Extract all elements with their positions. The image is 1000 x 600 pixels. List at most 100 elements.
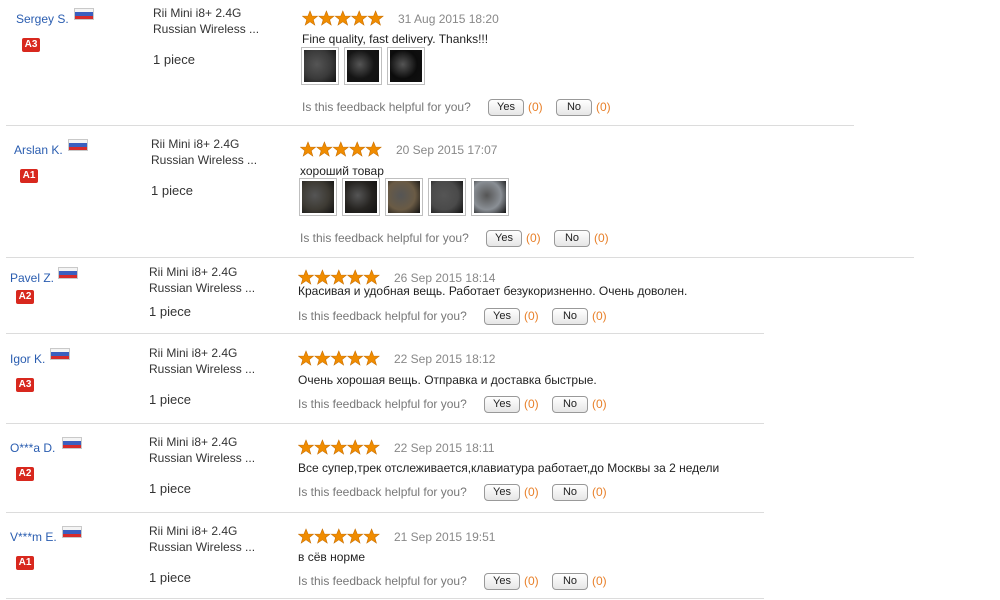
product-name: Rii Mini i8+ 2.4G Russian Wireless ... <box>149 346 256 376</box>
no-count: (0) <box>592 574 607 588</box>
star-icon <box>363 269 380 285</box>
no-count: (0) <box>592 485 607 499</box>
russia-flag-icon <box>62 526 82 538</box>
yes-button[interactable]: Yes <box>484 484 520 501</box>
no-count: (0) <box>592 397 607 411</box>
no-button[interactable]: No <box>552 484 588 501</box>
star-icon <box>302 10 319 26</box>
photo-thumbnail[interactable] <box>385 178 423 216</box>
quantity: 1 piece <box>151 183 193 198</box>
quantity: 1 piece <box>149 570 191 585</box>
no-count: (0) <box>594 231 609 245</box>
helpful-question: Is this feedback helpful for you? <box>298 397 467 411</box>
star-icon <box>363 439 380 455</box>
no-button[interactable]: No <box>552 308 588 325</box>
star-icon <box>332 141 350 157</box>
russia-flag-icon <box>62 437 82 449</box>
star-icon <box>330 269 348 285</box>
yes-button[interactable]: Yes <box>484 308 520 325</box>
russia-flag-icon <box>58 267 78 279</box>
feedback-text: в сёв норме <box>298 550 365 564</box>
yes-button[interactable]: Yes <box>486 230 522 247</box>
star-rating <box>298 528 380 544</box>
russia-flag-icon <box>74 8 94 20</box>
russia-flag-icon <box>50 348 70 360</box>
product-name: Rii Mini i8+ 2.4G Russian Wireless ... <box>153 6 260 36</box>
star-icon <box>300 141 317 157</box>
product-name: Rii Mini i8+ 2.4G Russian Wireless ... <box>149 435 256 465</box>
buyer-level-badge: A1 <box>16 556 34 570</box>
photo-thumbnail[interactable] <box>301 47 339 85</box>
star-rating <box>298 439 380 455</box>
yes-button[interactable]: Yes <box>484 396 520 413</box>
photo-thumbnail[interactable] <box>342 178 380 216</box>
star-icon <box>330 350 348 366</box>
star-rating <box>300 141 382 157</box>
product-name: Rii Mini i8+ 2.4G Russian Wireless ... <box>151 137 258 167</box>
photo-thumbnail[interactable] <box>387 47 425 85</box>
star-icon <box>298 350 315 366</box>
reviewer-name-link[interactable]: Sergey S. <box>16 12 69 26</box>
yes-count: (0) <box>524 309 539 323</box>
star-icon <box>346 439 364 455</box>
quantity: 1 piece <box>149 481 191 496</box>
no-button[interactable]: No <box>554 230 590 247</box>
review-divider <box>6 333 764 334</box>
review-date: 22 Sep 2015 18:12 <box>394 352 496 366</box>
product-name: Rii Mini i8+ 2.4G Russian Wireless ... <box>149 524 256 554</box>
feedback-text: Fine quality, fast delivery. Thanks!!! <box>302 32 489 46</box>
buyer-level-badge: A1 <box>20 169 38 183</box>
star-icon <box>318 10 335 26</box>
star-icon <box>314 269 331 285</box>
feedback-text: хороший товар <box>300 164 384 178</box>
star-icon <box>363 528 380 544</box>
no-button[interactable]: No <box>552 396 588 413</box>
feedback-text: Красивая и удобная вещь. Работает безуко… <box>298 284 688 298</box>
star-icon <box>346 528 364 544</box>
star-icon <box>330 528 348 544</box>
yes-button[interactable]: Yes <box>488 99 524 116</box>
review-divider <box>6 423 764 424</box>
star-icon <box>316 141 333 157</box>
photo-thumbnails <box>301 47 425 85</box>
star-icon <box>314 439 331 455</box>
quantity: 1 piece <box>149 304 191 319</box>
quantity: 1 piece <box>149 392 191 407</box>
star-rating <box>298 350 380 366</box>
yes-count: (0) <box>524 397 539 411</box>
review-date: 21 Sep 2015 19:51 <box>394 530 496 544</box>
star-icon <box>346 269 364 285</box>
review-divider <box>6 598 764 599</box>
star-icon <box>350 10 368 26</box>
photo-thumbnail[interactable] <box>344 47 382 85</box>
helpful-question: Is this feedback helpful for you? <box>300 231 469 245</box>
star-icon <box>314 528 331 544</box>
buyer-level-badge: A3 <box>16 378 34 392</box>
reviewer-name-link[interactable]: O***a D. <box>10 441 55 455</box>
reviewer-name-link[interactable]: V***m E. <box>10 530 57 544</box>
star-icon <box>334 10 352 26</box>
reviewer-name-link[interactable]: Igor K. <box>10 352 45 366</box>
reviewer-name-link[interactable]: Pavel Z. <box>10 271 54 285</box>
feedback-text: Очень хорошая вещь. Отправка и доставка … <box>298 373 597 387</box>
yes-button[interactable]: Yes <box>484 573 520 590</box>
russia-flag-icon <box>68 139 88 151</box>
quantity: 1 piece <box>153 52 195 67</box>
buyer-level-badge: A2 <box>16 290 34 304</box>
review-divider <box>6 125 854 126</box>
yes-count: (0) <box>526 231 541 245</box>
photo-thumbnail[interactable] <box>471 178 509 216</box>
review-divider <box>6 257 914 258</box>
yes-count: (0) <box>528 100 543 114</box>
no-button[interactable]: No <box>552 573 588 590</box>
helpful-question: Is this feedback helpful for you? <box>298 309 467 323</box>
star-icon <box>363 350 380 366</box>
no-button[interactable]: No <box>556 99 592 116</box>
buyer-level-badge: A2 <box>16 467 34 481</box>
photo-thumbnail[interactable] <box>428 178 466 216</box>
reviewer-name-link[interactable]: Arslan K. <box>14 143 63 157</box>
star-rating <box>302 10 384 26</box>
photo-thumbnail[interactable] <box>299 178 337 216</box>
yes-count: (0) <box>524 574 539 588</box>
no-count: (0) <box>596 100 611 114</box>
